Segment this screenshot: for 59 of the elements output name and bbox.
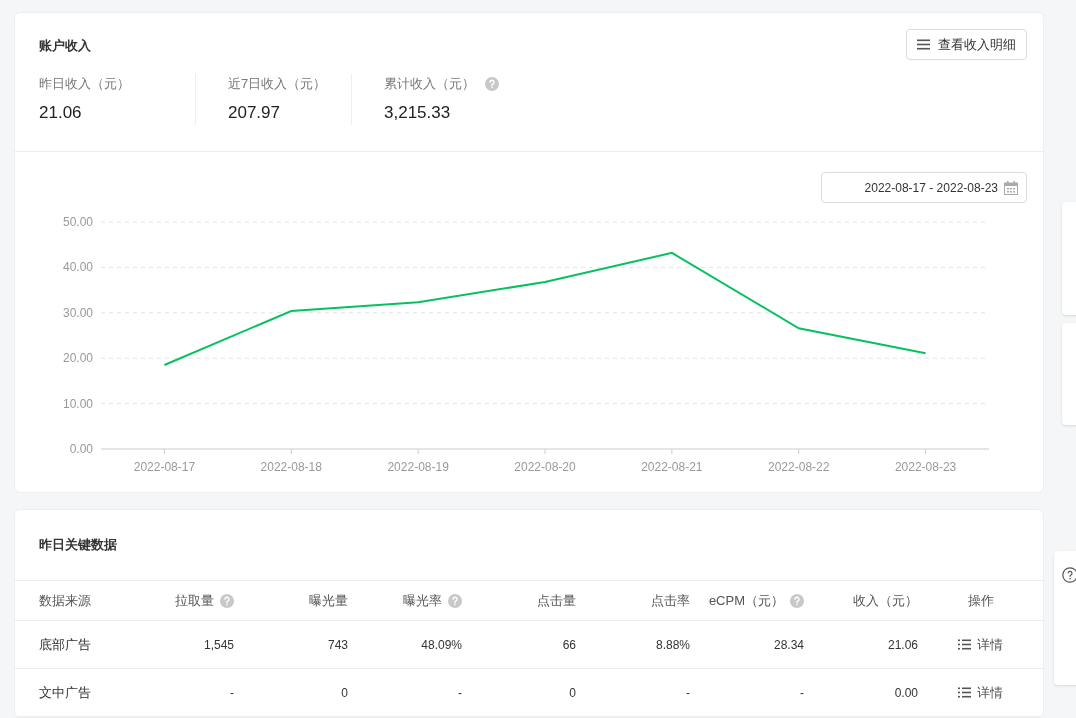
y-axis-label: 40.00 xyxy=(62,260,93,275)
column-header: 拉取量 xyxy=(175,591,214,610)
help-icon xyxy=(1062,567,1076,583)
x-axis-label: 2022-08-17 xyxy=(133,460,196,474)
x-axis-label: 2022-08-19 xyxy=(387,460,449,474)
card-title: 昨日关键数据 xyxy=(39,537,117,552)
calendar-icon xyxy=(1004,180,1018,195)
detail-link[interactable]: 详情 xyxy=(958,682,1003,703)
table-cell-text: 底部广告 xyxy=(39,635,91,654)
y-axis-label: 50.00 xyxy=(62,215,93,229)
stat-label: 近7日收入（元） xyxy=(228,75,327,93)
column-header: 操作 xyxy=(967,591,994,610)
table-cell-text: - xyxy=(686,684,690,702)
column-header: 数据来源 xyxy=(39,591,91,610)
stat-label: 昨日收入（元） xyxy=(39,75,130,93)
table-cell-text: 文中广告 xyxy=(39,683,91,702)
table-cell-text: 66 xyxy=(562,636,576,654)
table-cell-text: 743 xyxy=(327,636,348,654)
y-axis-label: 20.00 xyxy=(62,351,93,366)
card-title: 账户收入 xyxy=(39,37,91,55)
column-header: 收入（元） xyxy=(853,591,918,610)
table-cell-text: 8.88% xyxy=(655,636,690,654)
date-range-picker[interactable]: 2022-08-17 - 2022-08-23 xyxy=(821,172,1027,203)
x-axis-label: 2022-08-23 xyxy=(894,460,957,474)
stat-value: 207.97 xyxy=(228,101,281,124)
help-icon xyxy=(485,76,499,91)
list-icon xyxy=(958,687,971,698)
stat-value: 3,215.33 xyxy=(384,101,452,124)
table-cell-text: - xyxy=(458,684,462,702)
stat-value: 21.06 xyxy=(39,101,83,124)
column-header: 曝光量 xyxy=(309,591,348,610)
table-cell-text: 48.09% xyxy=(421,636,462,654)
x-axis-label: 2022-08-21 xyxy=(641,460,703,474)
column-header: 曝光率 xyxy=(403,591,442,610)
y-axis-label: 30.00 xyxy=(62,305,93,320)
table-cell-text: 0.00 xyxy=(894,684,918,702)
column-header: 点击量 xyxy=(537,591,576,610)
table-cell-text: 1,545 xyxy=(203,636,234,654)
income-detail-button[interactable]: 查看收入明细 xyxy=(906,29,1027,60)
stat-label: 累计收入（元） xyxy=(384,75,475,93)
table-cell-text: 21.06 xyxy=(887,636,918,654)
x-axis-label: 2022-08-20 xyxy=(514,460,576,474)
column-header: eCPM（元） xyxy=(708,591,784,610)
x-axis-label: 2022-08-22 xyxy=(768,460,830,474)
table-cell-text: 0 xyxy=(341,684,348,702)
x-axis-label: 2022-08-18 xyxy=(260,460,322,474)
y-axis-label: 10.00 xyxy=(62,396,93,411)
column-header: 点击率 xyxy=(651,591,690,610)
help-icon xyxy=(220,593,234,608)
table-cell-text: - xyxy=(230,684,234,702)
table-cell-text: - xyxy=(800,684,804,702)
table-cell-text: 28.34 xyxy=(773,636,804,654)
help-icon xyxy=(790,593,804,608)
detail-link[interactable]: 详情 xyxy=(958,634,1003,655)
help-icon xyxy=(448,593,462,608)
list-icon xyxy=(958,639,971,650)
table-cell-text: 0 xyxy=(569,684,576,702)
y-axis-label: 0.00 xyxy=(69,442,93,456)
menu-icon xyxy=(917,39,930,50)
